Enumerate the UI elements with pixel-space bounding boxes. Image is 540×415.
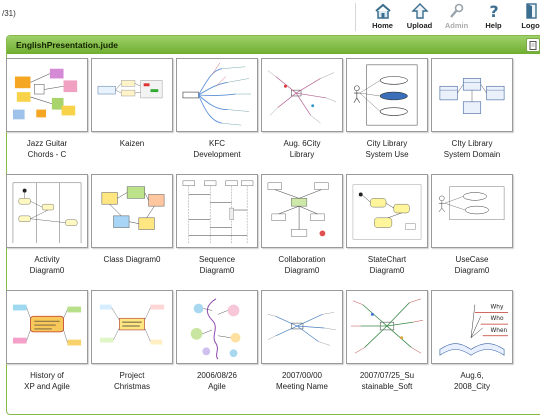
diagram-grid: Jazz GuitarChords - C Kaizen KFCDevelopm… bbox=[0, 58, 540, 405]
diagram-thumbnail[interactable] bbox=[261, 174, 343, 248]
nav-help-label: Help bbox=[485, 21, 501, 30]
top-bar: /31) Home Upload Admin ? Help bbox=[0, 0, 540, 34]
panel-menu-button[interactable] bbox=[526, 38, 540, 52]
diagram-thumbnail[interactable] bbox=[6, 58, 88, 132]
diagram-thumbnail[interactable] bbox=[6, 174, 88, 248]
logout-icon bbox=[521, 2, 540, 20]
nav-admin-label: Admin bbox=[445, 21, 468, 30]
nav-upload-label: Upload bbox=[407, 21, 432, 30]
diagram-thumbnail[interactable] bbox=[91, 290, 173, 364]
diagram-thumbnail[interactable] bbox=[346, 174, 428, 248]
document-icon bbox=[529, 41, 538, 50]
svg-text:Who: Who bbox=[490, 316, 503, 322]
admin-icon bbox=[447, 2, 467, 20]
page-counter: /31) bbox=[2, 9, 16, 18]
top-navigation: Home Upload Admin ? Help Logo bbox=[364, 2, 540, 32]
project-title: EnglishPresentation.jude bbox=[16, 40, 118, 50]
help-icon: ? bbox=[484, 2, 504, 20]
diagram-thumbnail[interactable]: Why Who When bbox=[431, 290, 513, 364]
diagram-thumbnail[interactable] bbox=[346, 58, 428, 132]
nav-admin[interactable]: Admin bbox=[438, 2, 475, 32]
upload-icon bbox=[410, 2, 430, 20]
nav-help[interactable]: ? Help bbox=[475, 2, 512, 32]
diagram-thumbnail[interactable] bbox=[261, 58, 343, 132]
nav-logout[interactable]: Logo bbox=[512, 2, 540, 32]
diagram-thumbnail[interactable] bbox=[261, 290, 343, 364]
diagram-name[interactable]: CIty LibrarySystem Domain bbox=[421, 138, 523, 160]
home-icon bbox=[373, 2, 393, 20]
panel-header: EnglishPresentation.jude bbox=[7, 36, 540, 54]
nav-home-label: Home bbox=[372, 21, 393, 30]
nav-home[interactable]: Home bbox=[364, 2, 401, 32]
diagram-thumbnail[interactable] bbox=[176, 174, 258, 248]
diagram-name[interactable]: Aug.6,2008_City bbox=[421, 370, 523, 392]
diagram-thumbnail[interactable] bbox=[431, 58, 513, 132]
nav-logout-label: Logo bbox=[521, 21, 539, 30]
diagram-thumbnail[interactable] bbox=[91, 174, 173, 248]
diagram-thumbnail[interactable] bbox=[346, 290, 428, 364]
diagram-thumbnail[interactable] bbox=[6, 290, 88, 364]
nav-upload[interactable]: Upload bbox=[401, 2, 438, 32]
svg-text:When: When bbox=[490, 328, 507, 334]
diagram-name[interactable]: UseCaseDiagram0 bbox=[421, 254, 523, 276]
svg-text:?: ? bbox=[489, 3, 498, 19]
diagram-thumbnail[interactable] bbox=[431, 174, 513, 248]
diagram-thumbnail[interactable] bbox=[91, 58, 173, 132]
diagram-thumbnail[interactable] bbox=[176, 290, 258, 364]
svg-text:Why: Why bbox=[490, 305, 503, 311]
diagram-thumbnail[interactable] bbox=[176, 58, 258, 132]
toolbar-separator bbox=[355, 3, 356, 31]
